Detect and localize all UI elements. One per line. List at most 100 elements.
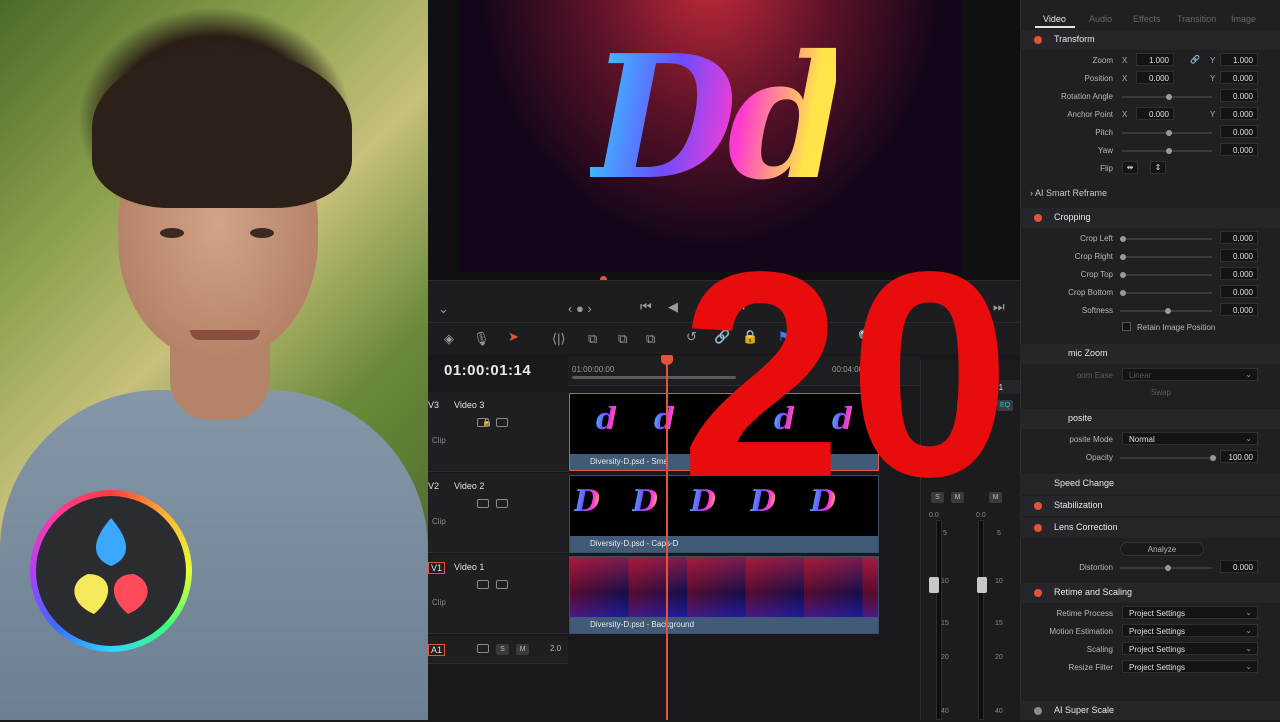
section-composite[interactable]: posite (1020, 409, 1280, 429)
resize-filter-dropdown[interactable]: Project Settings ⌄ (1122, 660, 1258, 673)
yaw-slider[interactable] (1122, 148, 1212, 154)
clip-v1[interactable]: Diversity-D.psd - Background (569, 556, 879, 634)
anchor-x-field[interactable]: 0.000 (1136, 107, 1174, 120)
selection-tool-icon[interactable]: ➤ (508, 329, 519, 345)
mute-button[interactable]: M (516, 644, 529, 655)
replace-icon[interactable]: ⧉ (646, 331, 655, 347)
track-visibility-icon[interactable] (496, 580, 508, 589)
section-transform[interactable]: Transform (1020, 30, 1280, 50)
section-dynamic-zoom[interactable]: mic Zoom (1020, 344, 1280, 364)
track-name: Video 2 (454, 481, 485, 491)
opacity-slider[interactable] (1120, 455, 1216, 461)
retime-process-dropdown[interactable]: Project Settings ⌄ (1122, 606, 1258, 619)
flip-vertical-icon[interactable]: ⇕ (1150, 161, 1166, 174)
analyze-button[interactable]: Analyze (1120, 542, 1204, 556)
section-stabilization[interactable]: Stabilization (1020, 496, 1280, 516)
solo-button[interactable]: S (496, 644, 509, 655)
crop-left-slider[interactable] (1120, 236, 1212, 242)
link-icon[interactable]: 🔗 (1190, 55, 1200, 64)
pitch-field[interactable]: 0.000 (1220, 125, 1258, 138)
fader-track[interactable] (978, 520, 984, 720)
fader-knob[interactable] (929, 577, 939, 593)
auto-select-icon[interactable] (477, 580, 489, 589)
track-visibility-icon[interactable] (496, 418, 508, 427)
distortion-field[interactable]: 0.000 (1220, 560, 1258, 573)
softness-slider[interactable] (1120, 308, 1212, 314)
flip-horizontal-icon[interactable]: ⇹ (1122, 161, 1138, 174)
slider-handle[interactable] (1120, 254, 1126, 260)
auto-select-icon[interactable] (477, 418, 489, 427)
enable-toggle[interactable] (1034, 707, 1042, 715)
tab-transition[interactable]: Transition (1177, 14, 1216, 24)
position-x-field[interactable]: 0.000 (1136, 71, 1174, 84)
tab-video[interactable]: Video (1043, 14, 1066, 24)
tab-image[interactable]: Image (1231, 14, 1256, 24)
trim-tool-icon[interactable]: ⟨|⟩ (552, 331, 566, 347)
tab-audio[interactable]: Audio (1089, 14, 1112, 24)
auto-select-icon[interactable] (477, 644, 489, 653)
slider-handle[interactable] (1166, 148, 1172, 154)
clip-count-label: Clip (432, 436, 446, 445)
play-reverse-icon[interactable]: ◀ (668, 299, 678, 315)
distortion-slider[interactable] (1120, 565, 1212, 571)
slider-handle[interactable] (1165, 308, 1171, 314)
rotation-field[interactable]: 0.000 (1220, 89, 1258, 102)
smart-reframe-header[interactable]: › AI Smart Reframe (1030, 188, 1107, 198)
microphone-icon[interactable]: 🎙 (473, 331, 490, 347)
swap-button[interactable]: Swap (1122, 386, 1200, 399)
track-header-v1[interactable]: V1 Video 1 Clip (428, 554, 568, 634)
slider-handle[interactable] (1120, 290, 1126, 296)
zoom-x-field[interactable]: 1.000 (1136, 53, 1174, 66)
crop-bottom-field[interactable]: 0.000 (1220, 285, 1258, 298)
crop-right-slider[interactable] (1120, 254, 1212, 260)
slider-handle[interactable] (1166, 130, 1172, 136)
slider-handle[interactable] (1210, 455, 1216, 461)
crop-left-field[interactable]: 0.000 (1220, 231, 1258, 244)
enable-toggle[interactable] (1034, 589, 1042, 597)
track-visibility-icon[interactable] (496, 499, 508, 508)
softness-field[interactable]: 0.000 (1220, 303, 1258, 316)
retain-image-checkbox[interactable] (1122, 322, 1131, 331)
motion-estimation-dropdown[interactable]: Project Settings ⌄ (1122, 624, 1258, 637)
slider-handle[interactable] (1120, 236, 1126, 242)
opacity-field[interactable]: 100.00 (1220, 450, 1258, 463)
anchor-y-field[interactable]: 0.000 (1220, 107, 1258, 120)
enable-toggle[interactable] (1034, 524, 1042, 532)
slider-handle[interactable] (1165, 565, 1171, 571)
marker-icon[interactable]: ◈ (444, 331, 454, 347)
pitch-slider[interactable] (1122, 130, 1212, 136)
zoom-ease-dropdown[interactable]: Linear ⌄ (1122, 368, 1258, 381)
section-ai-super-scale[interactable]: AI Super Scale (1020, 701, 1280, 720)
position-y-field[interactable]: 0.000 (1220, 71, 1258, 84)
zoom-y-field[interactable]: 1.000 (1220, 53, 1258, 66)
enable-toggle[interactable] (1034, 214, 1042, 222)
enable-toggle[interactable] (1034, 36, 1042, 44)
jog-control-icon[interactable]: ‹ ● › (568, 301, 592, 316)
slider-handle[interactable] (1166, 94, 1172, 100)
crop-right-field[interactable]: 0.000 (1220, 249, 1258, 262)
section-retime-scaling[interactable]: Retime and Scaling (1020, 583, 1280, 603)
auto-select-icon[interactable] (477, 499, 489, 508)
slider-handle[interactable] (1120, 272, 1126, 278)
track-header-v2[interactable]: V2 Video 2 Clip (428, 473, 568, 553)
fader-knob[interactable] (977, 577, 987, 593)
enable-toggle[interactable] (1034, 502, 1042, 510)
tab-effects[interactable]: Effects (1133, 14, 1160, 24)
chevron-down-icon[interactable]: ⌄ (438, 301, 449, 317)
skip-start-icon[interactable]: ⏮ (640, 299, 652, 315)
track-header-a1[interactable]: A1 S M 2.0 (428, 636, 568, 664)
playhead-line[interactable] (666, 358, 668, 720)
section-speed-change[interactable]: Speed Change (1020, 474, 1280, 494)
crop-bottom-slider[interactable] (1120, 290, 1212, 296)
section-cropping[interactable]: Cropping (1020, 208, 1280, 228)
scaling-dropdown[interactable]: Project Settings ⌄ (1122, 642, 1258, 655)
rotation-slider[interactable] (1122, 94, 1212, 100)
crop-top-field[interactable]: 0.000 (1220, 267, 1258, 280)
insert-icon[interactable]: ⧉ (588, 331, 597, 347)
yaw-field[interactable]: 0.000 (1220, 143, 1258, 156)
overwrite-icon[interactable]: ⧉ (618, 331, 627, 347)
composite-mode-dropdown[interactable]: Normal ⌄ (1122, 432, 1258, 445)
crop-top-slider[interactable] (1120, 272, 1212, 278)
section-lens-correction[interactable]: Lens Correction (1020, 518, 1280, 538)
track-header-v3[interactable]: V3 Video 3 🔒 Clip (428, 392, 568, 472)
